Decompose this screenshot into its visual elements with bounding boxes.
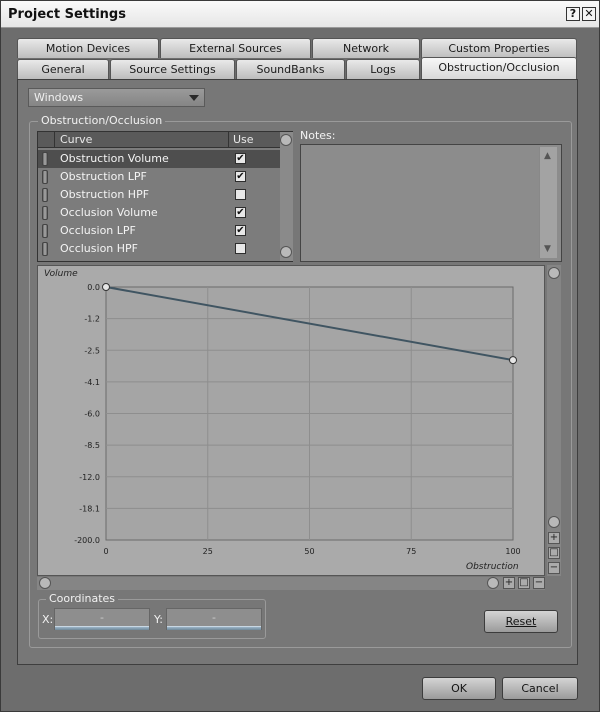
y-tick-label: -1.2 bbox=[84, 315, 100, 324]
reset-button[interactable]: Reset bbox=[484, 610, 558, 633]
scroll-left-icon[interactable] bbox=[39, 577, 51, 589]
chevron-down-icon bbox=[189, 95, 199, 101]
curve-list-header: Curve Use bbox=[38, 132, 280, 148]
drag-handle-icon[interactable] bbox=[42, 152, 48, 166]
fit-horizontal-button[interactable]: □ bbox=[518, 577, 530, 589]
zoom-in-vertical-button[interactable]: + bbox=[548, 532, 560, 544]
use-checkbox[interactable]: ✔ bbox=[235, 207, 246, 218]
tab-soundbanks[interactable]: SoundBanks bbox=[236, 59, 345, 79]
column-divider bbox=[54, 132, 55, 148]
use-checkbox[interactable]: ✔ bbox=[235, 225, 246, 236]
scroll-up-icon[interactable]: ▲ bbox=[544, 151, 551, 161]
notes-label: Notes: bbox=[300, 129, 336, 142]
curve-name: Occlusion LPF bbox=[60, 224, 136, 237]
x-tick-labels: 0 25 50 75 100 bbox=[103, 547, 520, 556]
curve-row-obstruction-volume[interactable]: Obstruction Volume ✔ bbox=[38, 150, 280, 168]
curve-row-occlusion-lpf[interactable]: Occlusion LPF ✔ bbox=[38, 222, 280, 240]
scroll-right-icon[interactable] bbox=[487, 577, 499, 589]
tab-obstruction-occlusion[interactable]: Obstruction/Occlusion bbox=[421, 57, 577, 79]
drag-handle-icon[interactable] bbox=[42, 224, 48, 238]
drag-handle-icon[interactable] bbox=[42, 206, 48, 220]
zoom-out-vertical-button[interactable]: − bbox=[548, 562, 560, 574]
window-title: Project Settings bbox=[8, 7, 126, 22]
curve-row-obstruction-lpf[interactable]: Obstruction LPF ✔ bbox=[38, 168, 280, 186]
curve-name: Occlusion Volume bbox=[60, 206, 158, 219]
use-checkbox[interactable] bbox=[235, 243, 246, 254]
y-coordinate-label: Y: bbox=[154, 613, 163, 626]
cancel-button[interactable]: Cancel bbox=[502, 677, 578, 700]
curve-name: Obstruction Volume bbox=[60, 152, 169, 165]
curve-list-scrollbar[interactable] bbox=[280, 132, 293, 261]
help-button[interactable]: ? bbox=[566, 7, 580, 21]
close-button[interactable]: ✕ bbox=[582, 7, 596, 21]
scroll-down-icon[interactable]: ▼ bbox=[544, 244, 551, 254]
x-tick-label: 25 bbox=[203, 547, 213, 556]
platform-select-value: Windows bbox=[34, 91, 84, 104]
x-axis-label: Obstruction bbox=[466, 562, 519, 572]
platform-select[interactable]: Windows bbox=[28, 88, 205, 107]
y-tick-label: -12.0 bbox=[79, 473, 100, 482]
curve-graph-svg[interactable]: 0.0-1.2-2.5-4.1-6.0-8.5-12.0-18.1-200.0 … bbox=[38, 266, 546, 577]
column-header-use[interactable]: Use bbox=[233, 133, 254, 146]
curve-name: Obstruction LPF bbox=[60, 170, 147, 183]
coordinates-label: Coordinates bbox=[46, 592, 119, 605]
y-tick-label: 0.0 bbox=[87, 283, 100, 292]
curve-row-occlusion-hpf[interactable]: Occlusion HPF bbox=[38, 240, 280, 258]
y-tick-label: -6.0 bbox=[84, 410, 100, 419]
use-checkbox[interactable] bbox=[235, 189, 246, 200]
use-checkbox[interactable]: ✔ bbox=[235, 153, 246, 164]
tab-general[interactable]: General bbox=[17, 59, 109, 79]
zoom-out-horizontal-button[interactable]: − bbox=[533, 577, 545, 589]
tab-custom-properties[interactable]: Custom Properties bbox=[421, 38, 577, 58]
zoom-in-horizontal-button[interactable]: + bbox=[503, 577, 515, 589]
x-tick-label: 100 bbox=[505, 547, 520, 556]
use-checkbox[interactable]: ✔ bbox=[235, 171, 246, 182]
drag-handle-icon[interactable] bbox=[42, 242, 48, 256]
curve-name: Obstruction HPF bbox=[60, 188, 150, 201]
scroll-down-icon[interactable] bbox=[280, 246, 292, 258]
notes-scrollbar[interactable]: ▲ ▼ bbox=[539, 147, 557, 258]
curve-row-occlusion-volume[interactable]: Occlusion Volume ✔ bbox=[38, 204, 280, 222]
x-tick-label: 75 bbox=[406, 547, 416, 556]
scroll-up-icon[interactable] bbox=[548, 267, 560, 279]
tab-network[interactable]: Network bbox=[312, 38, 420, 58]
group-label: Obstruction/Occlusion bbox=[38, 114, 166, 127]
curve-row-obstruction-hpf[interactable]: Obstruction HPF bbox=[38, 186, 280, 204]
project-settings-window: Project Settings ? ✕ Motion Devices Exte… bbox=[0, 0, 600, 712]
tab-motion-devices[interactable]: Motion Devices bbox=[17, 38, 159, 58]
curve-point[interactable] bbox=[102, 283, 110, 291]
curve-point[interactable] bbox=[509, 356, 517, 365]
graph-horizontal-scrollbar[interactable] bbox=[37, 577, 545, 590]
column-divider bbox=[228, 132, 229, 148]
y-tick-label: -2.5 bbox=[84, 346, 100, 355]
x-tick-label: 50 bbox=[304, 547, 314, 556]
curve-list: Curve Use Obstruction Volume ✔ Obstructi… bbox=[37, 131, 293, 262]
y-tick-label: -4.1 bbox=[84, 378, 100, 387]
x-coordinate-slider[interactable] bbox=[55, 626, 149, 630]
y-tick-label: -18.1 bbox=[79, 504, 100, 513]
curve-name: Occlusion HPF bbox=[60, 242, 138, 255]
x-coordinate-label: X: bbox=[42, 613, 54, 626]
drag-handle-icon[interactable] bbox=[42, 170, 48, 184]
notes-field[interactable] bbox=[300, 144, 562, 262]
curve-graph[interactable]: 0.0 -1.2 -2.5 -4.1 -6.0 -8.5 -12.0 -18.1 -200.0 … bbox=[37, 265, 545, 576]
x-tick-label: 0 bbox=[103, 547, 108, 556]
title-bar: Project Settings ? ✕ bbox=[1, 1, 599, 28]
scroll-up-icon[interactable] bbox=[280, 134, 292, 146]
scroll-down-icon[interactable] bbox=[548, 516, 560, 528]
tab-external-sources[interactable]: External Sources bbox=[160, 38, 311, 58]
graph-vertical-scrollbar[interactable] bbox=[547, 265, 561, 576]
fit-vertical-button[interactable]: □ bbox=[548, 547, 560, 559]
y-tick-label: -8.5 bbox=[84, 441, 100, 450]
y-tick-labels: 0.0 -1.2 -2.5 -4.1 -6.0 -8.5 -12.0 -18.1 -200.0 bbox=[74, 283, 100, 545]
drag-handle-icon[interactable] bbox=[42, 188, 48, 202]
y-coordinate-slider[interactable] bbox=[167, 626, 261, 630]
tab-source-settings[interactable]: Source Settings bbox=[110, 59, 235, 79]
tab-logs[interactable]: Logs bbox=[346, 59, 420, 79]
y-axis-label: Volume bbox=[44, 269, 78, 279]
y-tick-label: -200.0 bbox=[74, 536, 100, 545]
ok-button[interactable]: OK bbox=[422, 677, 496, 700]
column-header-curve[interactable]: Curve bbox=[60, 133, 92, 146]
